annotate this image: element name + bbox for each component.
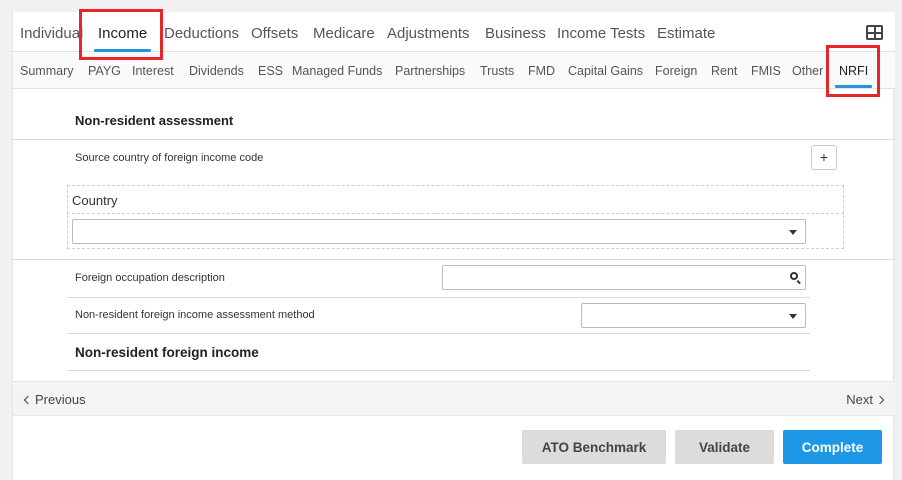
grid-layout-icon[interactable] [866,25,883,40]
occupation-label: Foreign occupation description [75,272,225,284]
subtab-managed-funds[interactable]: Managed Funds [292,64,382,78]
occupation-search-input[interactable] [442,265,806,290]
divider [13,259,895,260]
section-title-foreign-income: Non-resident foreign income [75,345,259,360]
tab-adjustments[interactable]: Adjustments [387,25,470,42]
subtab-other[interactable]: Other [792,64,823,78]
nrfi-panel: Individual Income Deductions Offsets Med… [12,9,895,480]
divider [67,297,810,298]
chevron-down-icon [789,230,797,235]
divider [67,333,810,334]
previous-button[interactable]: Previous [23,392,86,407]
tab-medicare[interactable]: Medicare [313,25,375,42]
country-select[interactable] [72,219,806,244]
subtab-nrfi[interactable]: NRFI [835,64,873,88]
subtab-foreign[interactable]: Foreign [655,64,697,78]
active-subtab-underline [835,85,873,88]
subtab-partnerships[interactable]: Partnerships [395,64,465,78]
tab-offsets[interactable]: Offsets [251,25,298,42]
country-column-header: Country [72,193,118,208]
search-icon[interactable] [790,272,798,280]
chevron-right-icon [875,395,885,404]
tab-income-tests[interactable]: Income Tests [557,25,645,42]
subtab-interest[interactable]: Interest [132,64,174,78]
section-title-assessment: Non-resident assessment [75,113,234,128]
subtab-ess[interactable]: ESS [258,64,283,78]
assessment-method-label: Non-resident foreign income assessment m… [75,309,315,321]
divider [13,139,895,140]
source-country-label: Source country of foreign income code [75,152,264,164]
main-tab-bar: Individual Income Deductions Offsets Med… [13,12,895,52]
complete-button[interactable]: Complete [783,430,882,464]
active-tab-underline [94,49,152,52]
subtab-fmis[interactable]: FMIS [751,64,781,78]
assessment-method-select[interactable] [581,303,806,328]
tab-estimate[interactable]: Estimate [657,25,715,42]
tab-deductions[interactable]: Deductions [164,25,239,42]
subtab-summary[interactable]: Summary [20,64,73,78]
divider [67,370,810,371]
next-button[interactable]: Next [846,392,885,407]
subtab-dividends[interactable]: Dividends [189,64,244,78]
chevron-down-icon [789,314,797,319]
country-header-separator [67,213,844,214]
pager-bar: Previous Next [13,381,895,416]
chevron-left-icon [23,395,33,404]
subtab-fmd[interactable]: FMD [528,64,555,78]
subtab-rent[interactable]: Rent [711,64,737,78]
tab-individual[interactable]: Individual [20,25,83,42]
tab-business[interactable]: Business [485,25,546,42]
ato-benchmark-button[interactable]: ATO Benchmark [522,430,666,464]
subtab-trusts[interactable]: Trusts [480,64,514,78]
sub-tab-bar: Summary PAYG Interest Dividends ESS Mana… [13,53,895,89]
tab-income[interactable]: Income [94,25,152,52]
validate-button[interactable]: Validate [675,430,774,464]
subtab-capital-gains[interactable]: Capital Gains [568,64,643,78]
subtab-payg[interactable]: PAYG [88,64,121,78]
add-country-button[interactable]: + [811,145,837,170]
